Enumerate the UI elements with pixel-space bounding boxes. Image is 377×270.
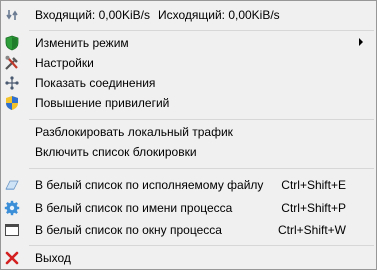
menu-item-show-connections[interactable]: Показать соединения [1,73,376,93]
executable-file-icon [4,177,20,193]
menu-item-exit[interactable]: Выход [1,248,376,268]
uac-shield-icon [4,95,20,111]
menu-item-unblock-local[interactable]: Разблокировать локальный трафик [1,122,376,142]
menu-item-label: Повышение привилегий [35,96,170,110]
menu-item-label: Разблокировать локальный трафик [35,125,233,139]
menu-item-label: Показать соединения [35,76,156,90]
shortcut-label: Ctrl+Shift+E [281,178,346,192]
menu-item-label: В белый список по исполняемому файлу [35,178,264,192]
menu-item-settings[interactable]: Настройки [1,53,376,73]
shortcut-label: Ctrl+Shift+P [281,201,346,215]
tools-icon [4,55,20,71]
network-icon [4,75,20,91]
menu-item-label: В белый список по имени процесса [35,201,233,215]
menu-item-change-mode[interactable]: Изменить режим [1,33,376,53]
shortcut-label: Ctrl+Shift+W [277,223,346,237]
separator [29,30,374,31]
context-menu: Входящий: 0,00KiB/s Исходящий: 0,00KiB/s … [0,0,377,270]
traffic-info: Входящий: 0,00KiB/s Исходящий: 0,00KiB/s [1,5,376,25]
menu-item-whitelist-file[interactable]: В белый список по исполняемому файлу Ctr… [1,175,376,195]
window-icon [4,222,20,238]
info-icon [4,7,20,23]
shield-icon [4,35,20,51]
menu-item-elevate[interactable]: Повышение привилегий [1,93,376,113]
menu-item-label: Выход [35,251,71,265]
outgoing-speed: Исходящий: 0,00KiB/s [157,8,280,22]
separator [29,119,374,120]
menu-item-label: Включить список блокировки [35,145,197,159]
menu-item-label: Настройки [35,56,94,70]
menu-item-whitelist-process[interactable]: В белый список по имени процесса Ctrl+Sh… [1,198,376,218]
submenu-arrow-icon [359,38,363,46]
menu-item-enable-blocklist[interactable]: Включить список блокировки [1,142,376,162]
menu-item-label: В белый список по окну процесса [35,223,222,237]
separator [29,168,374,169]
close-icon [4,250,20,266]
gear-icon [4,200,20,216]
menu-item-whitelist-window[interactable]: В белый список по окну процесса Ctrl+Shi… [1,220,376,240]
separator [29,245,374,246]
menu-item-label: Изменить режим [35,36,129,50]
incoming-speed: Входящий: 0,00KiB/s [35,8,150,22]
